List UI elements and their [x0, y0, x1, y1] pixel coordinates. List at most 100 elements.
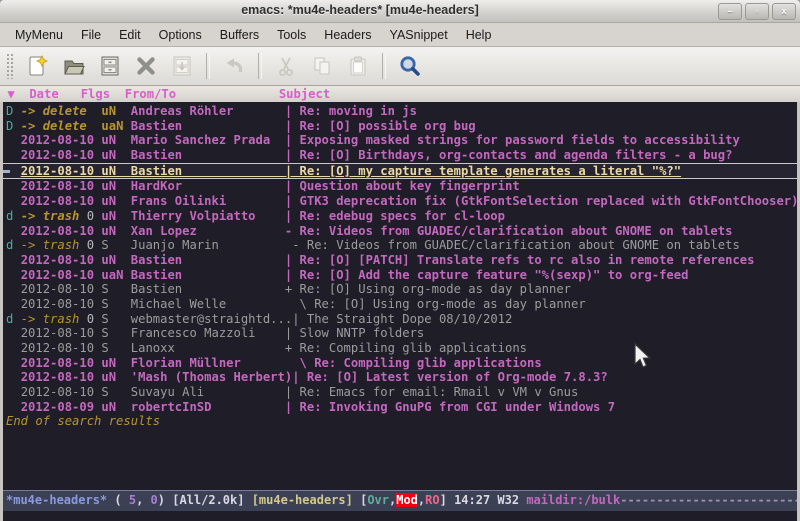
message-row[interactable]: 2012-08-10 uN HardKor | Question about k…	[3, 179, 797, 194]
window-controls: – ▫ x	[718, 3, 796, 20]
mark-flag	[6, 268, 21, 283]
message-row[interactable]: 2012-08-10 uaN Bastien | Re: [O] Add the…	[3, 268, 797, 283]
open-folder-icon[interactable]	[59, 51, 89, 81]
maximize-button[interactable]: ▫	[745, 3, 769, 20]
mouse-cursor	[633, 343, 653, 371]
message-flags: uN	[101, 400, 130, 414]
message-flags: uN	[101, 370, 130, 384]
message-row[interactable]: 2012-08-10 S Lanoxx + Re: Compiling glib…	[3, 341, 797, 356]
mode-line[interactable]: *mu4e-headers* ( 5, 0) [All/2.0k] [mu4e-…	[3, 490, 797, 511]
close-buffer-icon[interactable]	[131, 51, 161, 81]
message-row[interactable]: 2012-08-10 uN Florian Müllner \ Re: Comp…	[3, 356, 797, 371]
message-flags: uN	[101, 194, 130, 208]
message-subject: | Slow NNTP folders	[285, 326, 424, 340]
message-date: 2012-08-10	[21, 224, 102, 238]
message-from: Bastien	[131, 148, 285, 162]
modeline-seg-plain: [All/2.0k]	[172, 493, 251, 507]
message-row[interactable]: 2012-08-09 uN robertcInSD | Re: Invoking…	[3, 400, 797, 415]
menu-mymenu[interactable]: MyMenu	[6, 26, 72, 44]
mark-action-label: -> trash	[21, 312, 80, 326]
message-row[interactable]: 2012-08-10 uN Bastien | Re: [O] my captu…	[3, 163, 797, 180]
menu-options[interactable]: Options	[150, 26, 211, 44]
message-subject: | Exposing masked strings for password f…	[285, 133, 740, 147]
message-subject: - Re: Videos from GUADEC/clarification a…	[285, 224, 733, 238]
menu-yasnippet[interactable]: YASnippet	[381, 26, 457, 44]
modeline-seg-plain: ,	[136, 493, 150, 507]
message-date: 2012-08-10	[21, 282, 102, 296]
toolbar-separator	[206, 53, 210, 79]
minimize-button[interactable]: –	[718, 3, 742, 20]
title-bar[interactable]: emacs: *mu4e-headers* [mu4e-headers] – ▫…	[0, 0, 800, 23]
message-row[interactable]: 2012-08-10 uN Frans Oilinki | GTK3 depre…	[3, 194, 797, 209]
message-row[interactable]: 2012-08-10 S Suvayu Ali | Re: Emacs for …	[3, 385, 797, 400]
message-subject: | Re: [O] possible org bug	[285, 119, 476, 133]
mark-flag	[6, 133, 21, 148]
message-flags: S	[101, 341, 130, 355]
message-flags: uN	[101, 104, 130, 118]
message-date: 2012-08-10	[21, 341, 102, 355]
echo-area	[3, 511, 797, 521]
save-as-icon	[167, 51, 197, 81]
message-flags: uN	[101, 179, 130, 193]
menu-edit[interactable]: Edit	[110, 26, 150, 44]
modeline-seg-plain: ]	[440, 493, 454, 507]
message-from: Xan Lopez	[131, 224, 285, 238]
new-file-icon[interactable]	[23, 51, 53, 81]
message-row[interactable]: 2012-08-10 S Michael Welle \ Re: [O] Usi…	[3, 297, 797, 312]
message-date: 2012-08-10	[21, 148, 102, 162]
message-row[interactable]: D -> delete uN Andreas Röhler | Re: movi…	[3, 104, 797, 119]
message-date: 2012-08-10	[21, 297, 102, 311]
mark-action-label: -> delete	[21, 104, 87, 118]
message-row[interactable]: D -> delete uaN Bastien | Re: [O] possib…	[3, 119, 797, 134]
message-from: Bastien	[131, 282, 285, 296]
message-date: 2012-08-10	[21, 253, 102, 267]
menu-help[interactable]: Help	[457, 26, 501, 44]
modeline-seg-plain: 14:27 W32	[454, 493, 526, 507]
message-date: 2012-08-10	[21, 179, 102, 193]
message-flags: uN	[101, 148, 130, 162]
message-row[interactable]: 2012-08-10 uN Bastien | Re: [O] [PATCH] …	[3, 253, 797, 268]
modeline-seg-plain: (	[107, 493, 129, 507]
message-subject: | Re: edebug specs for cl-loop	[285, 209, 505, 223]
close-button[interactable]: x	[772, 3, 796, 20]
paste-icon	[343, 51, 373, 81]
mark-flag: d	[6, 209, 21, 224]
message-row[interactable]: 2012-08-10 uN Xan Lopez - Re: Videos fro…	[3, 224, 797, 239]
message-subject: | Re: Invoking GnuPG from CGI under Wind…	[285, 400, 615, 414]
menu-buffers[interactable]: Buffers	[211, 26, 268, 44]
message-subject: | Re: [O] Add the capture feature "%(sex…	[285, 268, 689, 282]
save-icon[interactable]	[95, 51, 125, 81]
message-row[interactable]: 2012-08-10 uN Bastien | Re: [O] Birthday…	[3, 148, 797, 163]
mark-action-target: 0	[79, 238, 101, 252]
message-row[interactable]: 2012-08-10 uN Mario Sanchez Prada | Expo…	[3, 133, 797, 148]
message-from: webmaster@straightd...	[131, 312, 292, 326]
message-row[interactable]: d -> trash 0 S Juanjo Marin - Re: Videos…	[3, 238, 797, 253]
menu-headers[interactable]: Headers	[315, 26, 380, 44]
message-flags: uN	[101, 224, 130, 238]
menu-tools[interactable]: Tools	[268, 26, 315, 44]
message-row[interactable]: d -> trash 0 uN Thierry Volpiatto | Re: …	[3, 209, 797, 224]
message-from: Andreas Röhler	[131, 104, 285, 118]
message-row[interactable]: 2012-08-10 uN 'Mash (Thomas Herbert)| Re…	[3, 370, 797, 385]
search-icon[interactable]	[395, 51, 425, 81]
toolbar[interactable]	[0, 47, 800, 86]
column-header-line: ▼ Date Flgs From/To Subject	[0, 86, 800, 102]
mark-action-label: -> delete	[21, 119, 87, 133]
message-row[interactable]: 2012-08-10 S Bastien + Re: [O] Using org…	[3, 282, 797, 297]
message-subject: + Re: Compiling glib applications	[285, 341, 527, 355]
message-subject: | Re: [O] Birthdays, org-contacts and ag…	[285, 148, 733, 162]
mark-flag: D	[6, 104, 21, 119]
message-list[interactable]: D -> delete uN Andreas Röhler | Re: movi…	[3, 102, 797, 490]
undo-icon	[219, 51, 249, 81]
message-from: Bastien	[131, 268, 285, 282]
menu-bar[interactable]: MyMenuFileEditOptionsBuffersToolsHeaders…	[0, 23, 800, 47]
message-from: 'Mash (Thomas Herbert)	[131, 370, 292, 384]
message-row[interactable]: 2012-08-10 S Francesco Mazzoli | Slow NN…	[3, 326, 797, 341]
menu-file[interactable]: File	[72, 26, 110, 44]
mark-action-target: 0	[79, 209, 101, 223]
toolbar-grip-icon	[6, 53, 14, 79]
message-date: 2012-08-10	[21, 194, 102, 208]
message-row[interactable]: d -> trash 0 S webmaster@straightd...| T…	[3, 312, 797, 327]
message-flags: S	[101, 282, 130, 296]
window-title: emacs: *mu4e-headers* [mu4e-headers]	[0, 3, 720, 17]
